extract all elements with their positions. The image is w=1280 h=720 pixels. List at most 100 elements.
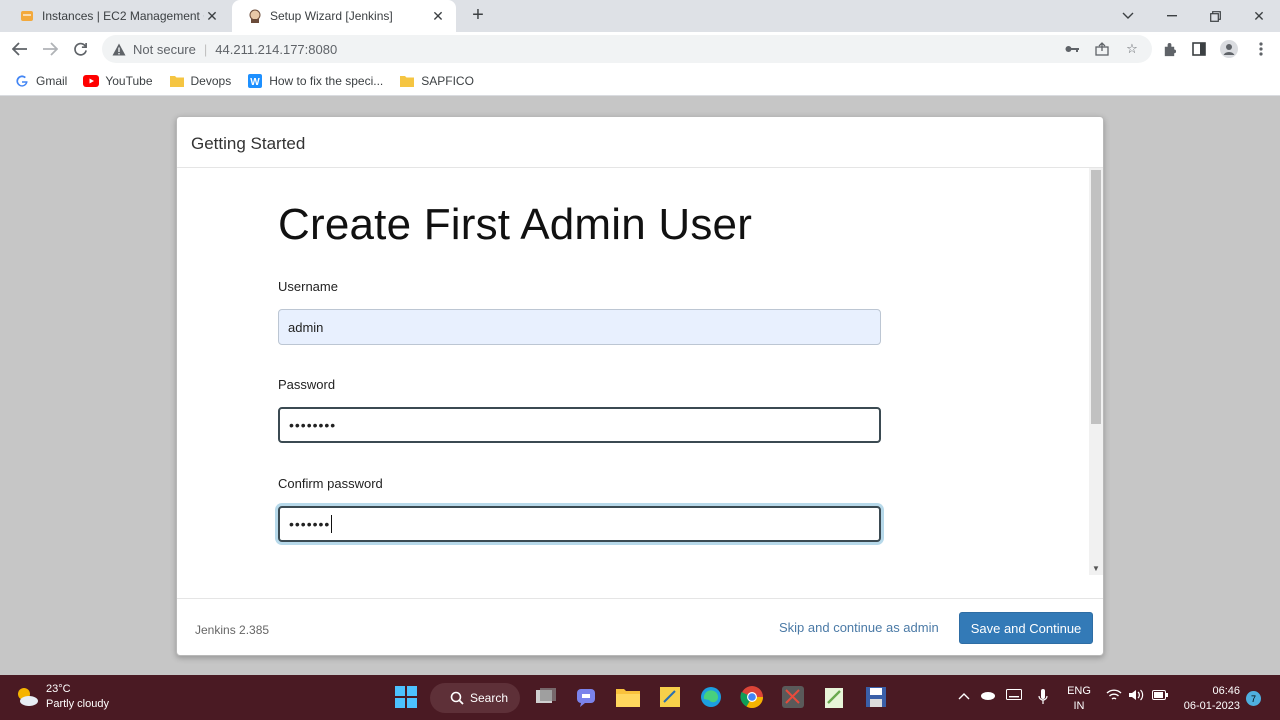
clock-time: 06:46 [1212, 685, 1240, 697]
folder-icon [399, 73, 415, 89]
file-explorer-icon[interactable] [614, 683, 642, 711]
browser-toolbar: Not secure | 44.211.214.177:8080 ☆ [0, 32, 1280, 66]
system-clock[interactable]: 06:46 06-01-2023 [1180, 684, 1240, 714]
bookmark-label: Devops [190, 73, 232, 88]
scroll-down-arrow-icon[interactable]: ▼ [1091, 565, 1101, 573]
tab-setup-wizard-jenkins[interactable]: Setup Wizard [Jenkins] ✕ [232, 0, 456, 32]
confirm-password-input[interactable]: ••••••• [278, 506, 881, 542]
svg-text:W: W [250, 77, 260, 88]
bookmark-label: How to fix the speci... [269, 73, 384, 88]
dialog-header: Getting Started [177, 117, 1103, 168]
bookmark-star-icon[interactable]: ☆ [1124, 41, 1140, 57]
weather-temperature: 23°C [46, 683, 71, 695]
close-tab-icon[interactable]: ✕ [430, 8, 446, 25]
edge-browser-icon[interactable] [697, 683, 725, 711]
reload-icon[interactable] [68, 37, 92, 61]
microphone-icon[interactable] [1038, 689, 1048, 708]
notepad-plus-icon[interactable] [820, 683, 848, 711]
confirm-password-value: ••••••• [289, 516, 331, 532]
close-window-icon[interactable]: ✕ [1239, 0, 1279, 32]
teams-chat-icon[interactable] [573, 683, 601, 711]
back-arrow-icon[interactable] [8, 37, 32, 61]
weather-condition: Partly cloudy [46, 698, 109, 710]
bookmark-label: Gmail [36, 73, 68, 88]
google-icon [14, 73, 30, 89]
save-and-continue-button[interactable]: Save and Continue [959, 612, 1093, 644]
url-text[interactable]: 44.211.214.177:8080 [215, 42, 337, 57]
address-divider: | [203, 41, 208, 57]
folder-icon [169, 73, 185, 89]
input-language-indicator[interactable]: ENG IN [1066, 684, 1092, 714]
clock-date: 06-01-2023 [1183, 700, 1240, 712]
bookmark-devops[interactable]: Devops [169, 73, 232, 89]
tab-title: Setup Wizard [Jenkins] [270, 9, 393, 23]
bookmark-label: YouTube [105, 73, 153, 88]
text-caret [331, 515, 333, 533]
youtube-icon [83, 73, 100, 89]
dialog-footer: Jenkins 2.385 Skip and continue as admin… [177, 598, 1103, 655]
bookmark-gmail[interactable]: Gmail [14, 73, 67, 89]
scrollbar-thumb[interactable] [1091, 170, 1101, 424]
close-tab-icon[interactable]: ✕ [204, 8, 220, 25]
side-panel-icon[interactable] [1190, 40, 1208, 58]
bookmark-sapfico[interactable]: SAPFICO [399, 73, 474, 89]
wifi-icon[interactable] [1106, 689, 1122, 704]
jenkins-icon [248, 9, 262, 23]
tab-title: Instances | EC2 Management Co [42, 9, 204, 23]
key-icon[interactable] [1064, 41, 1080, 57]
minimize-icon[interactable] [1152, 0, 1192, 32]
extensions-puzzle-icon[interactable] [1160, 40, 1178, 58]
windows-taskbar: 23°C Partly cloudy Search ENG IN 06:46 0… [0, 675, 1280, 720]
restore-icon[interactable] [1195, 0, 1235, 32]
security-status-label[interactable]: Not secure [133, 42, 196, 57]
language-code: ENG [1067, 685, 1091, 697]
tab-search-chevron-icon[interactable] [1108, 0, 1148, 32]
new-tab-button[interactable]: + [466, 4, 490, 28]
task-view-icon[interactable] [532, 683, 560, 711]
bookmark-youtube[interactable]: YouTube [83, 73, 153, 89]
dialog-scrollbar[interactable]: ▼ [1089, 168, 1103, 575]
partly-cloudy-icon [18, 688, 38, 706]
profile-avatar-icon[interactable] [1220, 40, 1238, 58]
search-label: Search [470, 691, 509, 705]
setup-wizard-dialog: Getting Started Create First Admin User … [176, 116, 1104, 656]
password-input[interactable]: •••••••• [278, 407, 881, 443]
forward-arrow-icon[interactable] [38, 37, 62, 61]
weather-widget[interactable]: 23°C Partly cloudy [14, 682, 109, 712]
address-bar[interactable]: Not secure | 44.211.214.177:8080 ☆ [102, 35, 1152, 63]
warning-triangle-icon[interactable] [112, 42, 126, 56]
windows-start-icon[interactable] [392, 683, 420, 711]
skip-continue-as-admin-link[interactable]: Skip and continue as admin [779, 620, 939, 635]
show-hidden-icons-chevron-icon[interactable] [958, 689, 970, 703]
taskbar-search[interactable]: Search [430, 683, 520, 713]
dialog-title: Getting Started [191, 134, 306, 153]
aws-box-icon [20, 9, 34, 23]
notification-badge[interactable]: 7 [1246, 691, 1261, 706]
battery-icon[interactable] [1152, 689, 1168, 703]
region-code: IN [1073, 700, 1085, 712]
password-label: Password [278, 377, 336, 392]
username-label: Username [278, 279, 338, 294]
volume-icon[interactable] [1128, 689, 1144, 704]
tab-strip: Instances | EC2 Management Co ✕ Setup Wi… [0, 0, 1280, 32]
username-value: admin [288, 319, 324, 335]
chrome-browser-icon[interactable] [738, 683, 766, 711]
search-icon [450, 691, 464, 705]
tab-ec2-instances[interactable]: Instances | EC2 Management Co ✕ [4, 0, 230, 32]
bookmark-how-to-fix[interactable]: W How to fix the speci... [247, 73, 383, 89]
save-disk-app-icon[interactable] [862, 683, 890, 711]
snipping-tool-icon[interactable] [779, 683, 807, 711]
share-icon[interactable] [1094, 41, 1110, 57]
password-value: •••••••• [289, 417, 337, 433]
bookmarks-bar: Gmail YouTube Devops W How to fix the sp… [0, 66, 1280, 96]
dialog-body: Create First Admin User Username admin P… [177, 168, 1103, 575]
w-icon: W [247, 73, 263, 89]
keyboard-icon[interactable] [1006, 689, 1022, 703]
page-title: Create First Admin User [278, 200, 753, 249]
sticky-notes-icon[interactable] [656, 683, 684, 711]
menu-kebab-icon[interactable] [1252, 40, 1270, 58]
onedrive-cloud-icon[interactable] [980, 689, 996, 703]
bookmark-label: SAPFICO [421, 73, 474, 88]
confirm-password-label: Confirm password [278, 476, 383, 491]
username-input[interactable]: admin [278, 309, 881, 345]
